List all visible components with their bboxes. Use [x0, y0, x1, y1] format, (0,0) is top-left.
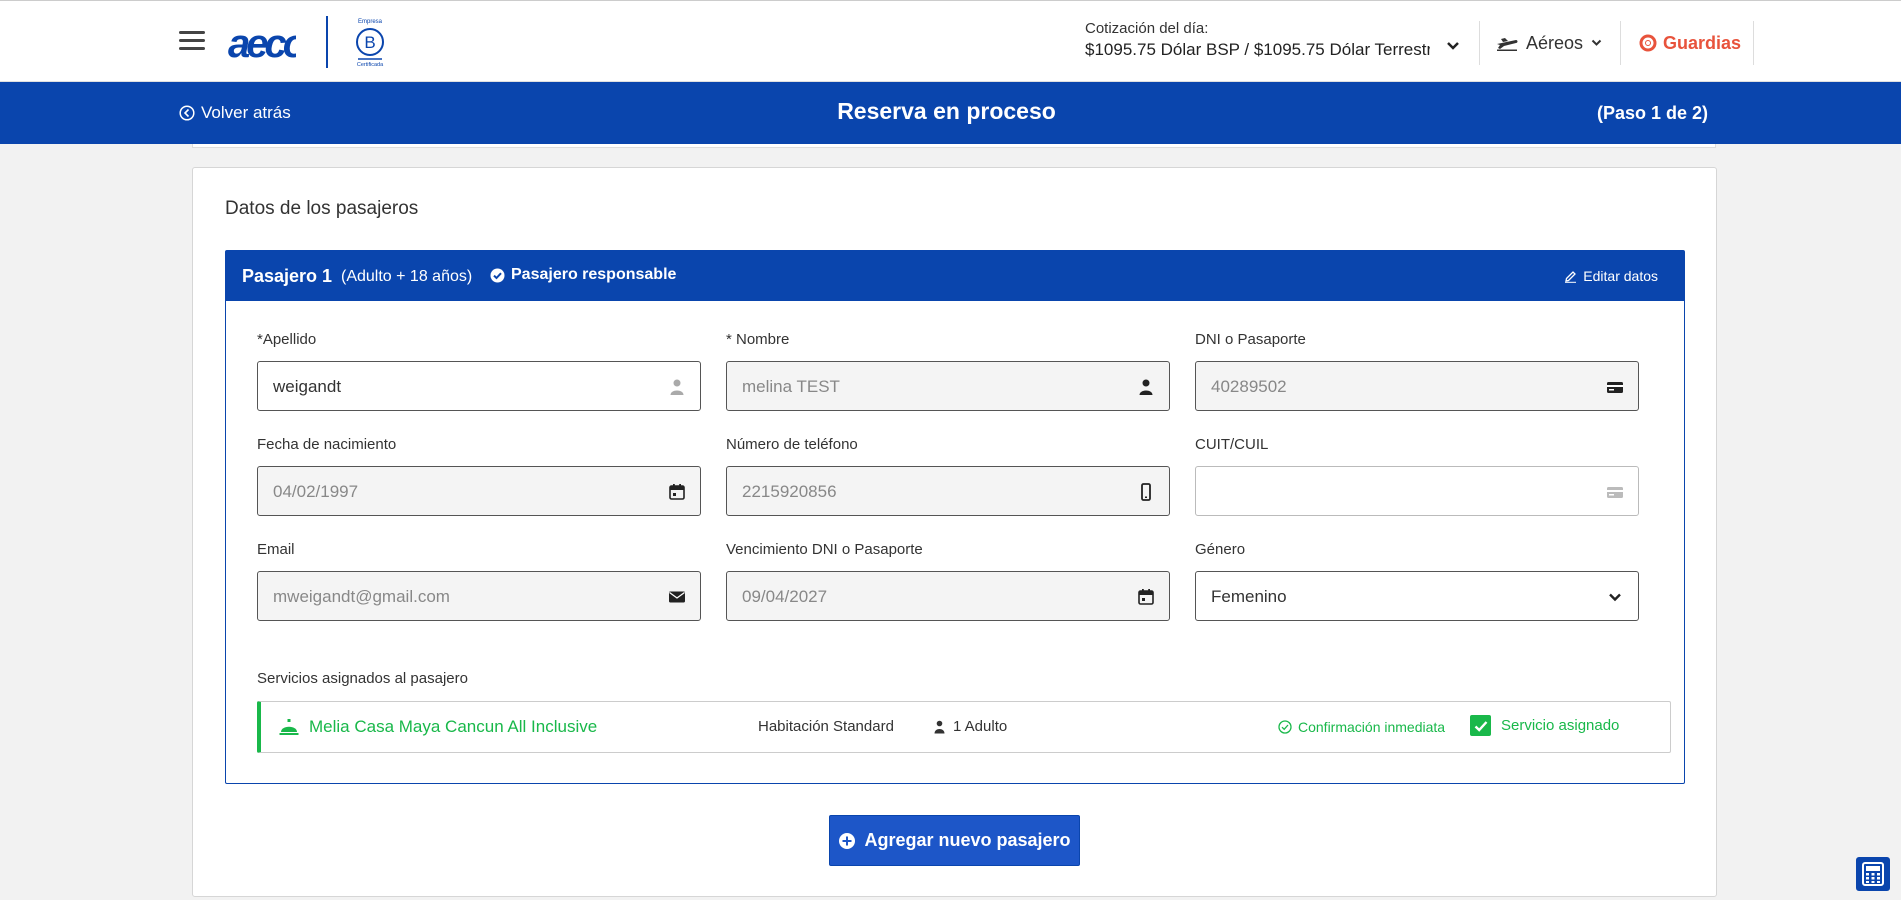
mobile-phone-icon: [1141, 483, 1151, 501]
service-row: Melia Casa Maya Cancun All Inclusive Hab…: [257, 701, 1671, 753]
passenger-name: Pasajero 1: [242, 266, 333, 286]
user-icon: [934, 720, 945, 733]
calculator-button[interactable]: [1856, 857, 1890, 891]
lifebuoy-icon: [1639, 34, 1657, 52]
dni-field[interactable]: 40289502: [1195, 361, 1639, 411]
chevron-down-icon: [1609, 593, 1621, 602]
phone-value: 2215920856: [742, 482, 837, 501]
header-divider: [1753, 21, 1754, 65]
calendar-icon: [1138, 589, 1154, 605]
id-card-icon: [1607, 487, 1623, 498]
header-divider: [1479, 21, 1480, 65]
check-circle-icon: [490, 268, 505, 282]
dni-label: DNI o Pasaporte: [1195, 331, 1306, 348]
responsible-label: Pasajero responsable: [511, 266, 677, 283]
svg-text:Empresa: Empresa: [358, 19, 383, 25]
guardias-label: Guardias: [1663, 32, 1742, 53]
booking-status-bar: Volver atrás Reserva en proceso (Paso 1 …: [0, 82, 1901, 144]
svg-text:aeco: aeco: [228, 22, 296, 66]
add-passenger-label: Agregar nuevo pasajero: [864, 830, 1071, 850]
header-divider: [1620, 21, 1621, 65]
aereos-menu[interactable]: Aéreos: [1496, 32, 1602, 54]
b-corp-logo: Empresa B Certificada: [356, 19, 384, 68]
nombre-field[interactable]: melina TEST: [726, 361, 1170, 411]
gender-select[interactable]: Femenino: [1195, 571, 1639, 621]
room-type: Habitación Standard: [758, 718, 894, 735]
top-header: aeco Empresa B Certificada Cotización de…: [0, 0, 1901, 82]
previous-section-edge: [192, 144, 1716, 148]
apellido-field[interactable]: weigandt: [257, 361, 701, 411]
exchange-rate: Cotización del día: $1095.75 Dólar BSP /…: [1085, 20, 1465, 60]
nombre-label: * Nombre: [726, 331, 790, 348]
genero-label: Género: [1195, 541, 1246, 558]
apellido-value: weigandt: [273, 377, 342, 396]
service-pax-count: 1 Adulto: [953, 718, 1008, 735]
check-circle-icon: [1278, 720, 1292, 734]
passengers-card: Datos de los pasajeros Pasajero 1 (Adult…: [192, 167, 1717, 897]
vencimiento-label: Vencimiento DNI o Pasaporte: [726, 541, 923, 558]
email-field[interactable]: mweigandt@gmail.com: [257, 571, 701, 621]
passenger-header: Pasajero 1 (Adulto + 18 años) Pasajero r…: [226, 251, 1684, 301]
airplane-icon: [1497, 38, 1518, 51]
birthdate-value: 04/02/1997: [273, 482, 359, 501]
exchange-rate-value: $1095.75 Dólar BSP / $1095.75 Dólar Terr…: [1085, 40, 1430, 59]
phone-field[interactable]: 2215920856: [726, 466, 1170, 516]
confirmation-status: Confirmación inmediata: [1278, 719, 1445, 735]
expiry-field[interactable]: 09/04/2027: [726, 571, 1170, 621]
pencil-icon: [1565, 270, 1577, 283]
cuit-label: CUIT/CUIL: [1195, 436, 1269, 453]
nombre-value: melina TEST: [742, 377, 840, 396]
exchange-rate-label: Cotización del día:: [1085, 20, 1209, 37]
svg-text:Certificada: Certificada: [357, 62, 384, 68]
confirmation-label: Confirmación inmediata: [1298, 719, 1446, 735]
aeco-logo[interactable]: aeco: [226, 15, 296, 67]
passengers-section-title: Datos de los pasajeros: [225, 198, 419, 219]
hamburger-menu-icon[interactable]: [179, 31, 205, 51]
hotel-name: Melia Casa Maya Cancun All Inclusive: [309, 717, 598, 736]
user-icon: [1139, 379, 1153, 395]
logo-separator: [326, 16, 328, 68]
edit-data-label: Editar datos: [1583, 268, 1658, 284]
id-card-icon: [1607, 382, 1623, 393]
user-icon: [670, 379, 684, 395]
nacimiento-label: Fecha de nacimiento: [257, 436, 397, 453]
services-label: Servicios asignados al pasajero: [257, 670, 468, 687]
responsible-badge: Pasajero responsable: [490, 266, 676, 284]
gender-value: Femenino: [1211, 587, 1287, 606]
passenger-age: (Adulto + 18 años): [341, 268, 473, 285]
dni-value: 40289502: [1211, 377, 1287, 396]
aereos-label: Aéreos: [1526, 32, 1584, 53]
telefono-label: Número de teléfono: [726, 436, 858, 453]
envelope-icon: [669, 591, 685, 603]
guardias-link[interactable]: Guardias: [1639, 32, 1741, 54]
svg-text:B: B: [364, 33, 375, 52]
hotel-bell-icon: [279, 719, 299, 735]
chevron-down-icon[interactable]: [1446, 41, 1460, 51]
email-label: Email: [257, 541, 295, 558]
edit-data-button[interactable]: Editar datos: [1564, 268, 1658, 284]
email-value: mweigandt@gmail.com: [273, 587, 450, 606]
birthdate-field[interactable]: 04/02/1997: [257, 466, 701, 516]
passenger-panel: Pasajero 1 (Adulto + 18 años) Pasajero r…: [225, 250, 1685, 784]
plus-circle-icon: [839, 832, 856, 849]
apellido-label: *Apellido: [257, 331, 317, 348]
step-indicator: (Paso 1 de 2): [1596, 103, 1708, 123]
cuit-field[interactable]: [1195, 466, 1639, 516]
service-passengers: 1 Adulto: [934, 718, 1007, 735]
chevron-down-icon: [1591, 39, 1602, 46]
calendar-icon: [669, 484, 685, 500]
service-assigned-label: Servicio asignado: [1501, 717, 1620, 734]
add-passenger-button[interactable]: Agregar nuevo pasajero: [829, 815, 1080, 866]
calculator-icon: [1862, 862, 1884, 886]
expiry-value: 09/04/2027: [742, 587, 828, 606]
hotel-service: Melia Casa Maya Cancun All Inclusive: [279, 717, 597, 737]
service-assigned-checkbox[interactable]: Servicio asignado: [1470, 715, 1619, 736]
checkbox-checked-icon: [1470, 715, 1491, 736]
